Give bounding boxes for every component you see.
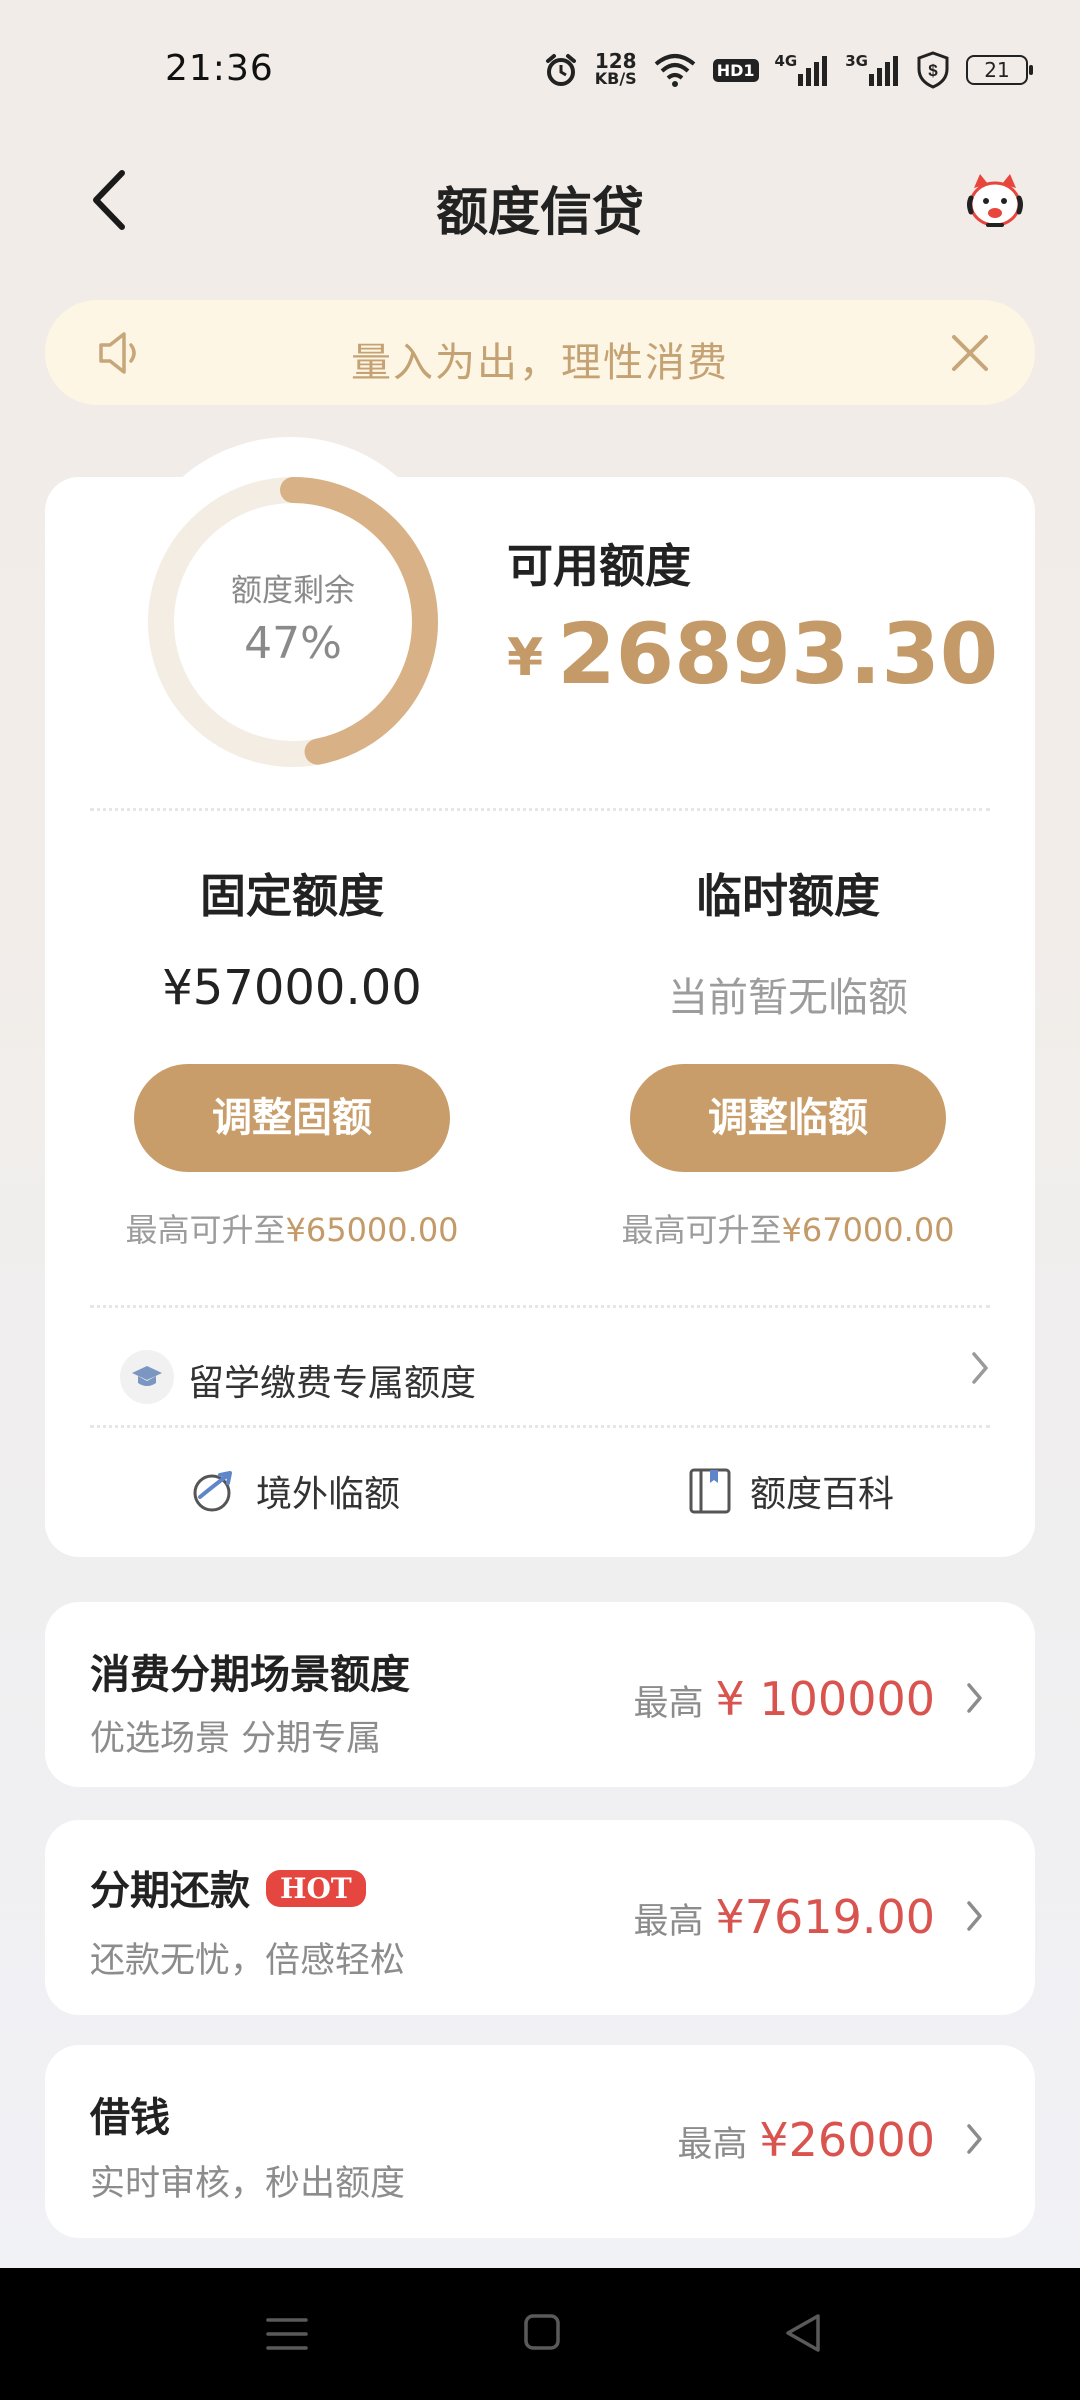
- divider: [90, 1305, 990, 1308]
- chevron-right-icon: [967, 1683, 982, 1713]
- product-subtitle: 实时审核，秒出额度: [90, 2164, 406, 2204]
- product-subtitle: 优选场景 分期专属: [90, 1719, 382, 1759]
- product-amount-group: 最高 ¥7619.00: [633, 1890, 985, 1944]
- temporary-credit-max-amount: ¥67000.00: [781, 1211, 955, 1249]
- notice-banner: 量入为出，理性消费: [45, 300, 1035, 405]
- product-title: 分期还款: [90, 1868, 250, 1914]
- hd-icon: HD1: [712, 58, 759, 82]
- notice-text: 量入为出，理性消费: [351, 340, 729, 386]
- status-icons: 128 KB/S HD1 4G 3G $ 21: [543, 48, 1033, 92]
- credit-wiki-label: 额度百科: [750, 1474, 895, 1515]
- status-time: 21:36: [165, 48, 274, 89]
- signal-3g-icon: 3G: [845, 54, 900, 86]
- available-credit-label: 可用额度: [507, 539, 691, 593]
- battery-level: 21: [984, 58, 1010, 82]
- battery-icon: 21: [966, 55, 1033, 85]
- product-card-borrow[interactable]: 借钱 实时审核，秒出额度 最高 ¥26000: [45, 2045, 1035, 2238]
- network-speed: 128 KB/S: [594, 51, 637, 88]
- temporary-credit-max-note: 最高可升至¥67000.00: [568, 1205, 1008, 1251]
- product-amount-group: 最高 ¥26000: [677, 2113, 985, 2167]
- menu-icon: [266, 2318, 308, 2350]
- product-amount-prefix: 最高: [633, 1684, 704, 1724]
- fixed-credit-max-amount: ¥65000.00: [285, 1211, 459, 1249]
- hot-badge: HOT: [266, 1870, 366, 1907]
- product-amount: ¥ 100000: [715, 1672, 936, 1726]
- system-navigation-bar: [0, 2268, 1080, 2400]
- product-title-group: 分期还款 HOT: [90, 1858, 366, 1916]
- graduation-cap-icon: [120, 1350, 174, 1404]
- product-amount-group: 最高 ¥ 100000: [633, 1672, 985, 1726]
- chevron-right-icon: [967, 1901, 982, 1931]
- available-credit-value: 26893.30: [557, 605, 999, 703]
- svg-text:$: $: [928, 61, 938, 80]
- temporary-credit-max-prefix: 最高可升至: [621, 1211, 782, 1249]
- product-amount-prefix: 最高: [677, 2125, 748, 2165]
- network-speed-unit: KB/S: [594, 69, 637, 88]
- chevron-right-icon: [970, 1350, 990, 1396]
- signal-3g-label: 3G: [845, 52, 868, 70]
- overseas-temp-credit-link[interactable]: 境外临额: [190, 1465, 400, 1517]
- adjust-fixed-credit-button[interactable]: 调整固额: [134, 1064, 450, 1172]
- product-card-installment-scene[interactable]: 消费分期场景额度 优选场景 分期专属 最高 ¥ 100000: [45, 1602, 1035, 1787]
- available-credit-amount: ¥26893.30: [507, 605, 998, 703]
- temporary-credit-value: 当前暂无临额: [668, 975, 908, 1021]
- page-title: 额度信贷: [435, 183, 644, 243]
- status-bar: 21:36 128 KB/S HD1 4G 3G $ 21: [0, 0, 1080, 130]
- available-credit-currency: ¥: [507, 628, 544, 688]
- product-title: 借钱: [90, 2095, 170, 2141]
- signal-4g-label: 4G: [774, 52, 798, 70]
- study-abroad-credit-row[interactable]: 留学缴费专属额度: [45, 1330, 1035, 1425]
- overseas-temp-credit-label: 境外临额: [256, 1474, 401, 1515]
- product-amount: ¥7619.00: [715, 1890, 936, 1944]
- credit-wiki-link[interactable]: 额度百科: [688, 1465, 894, 1517]
- customer-service-mascot-icon[interactable]: [960, 168, 1030, 238]
- alarm-icon: [543, 52, 579, 88]
- close-icon[interactable]: [945, 328, 995, 378]
- temporary-credit-title: 临时额度: [696, 869, 880, 923]
- study-abroad-credit-label: 留学缴费专属额度: [188, 1363, 477, 1404]
- wifi-icon: [653, 52, 697, 88]
- home-nav-button[interactable]: [522, 2310, 562, 2354]
- ring-percent: 47%: [244, 618, 342, 669]
- signal-4g-icon: 4G: [775, 54, 830, 86]
- hd-label: HD1: [716, 60, 755, 80]
- fixed-credit-title: 固定额度: [200, 869, 384, 923]
- product-card-installment-repayment[interactable]: 分期还款 HOT 还款无忧，倍感轻松 最高 ¥7619.00: [45, 1820, 1035, 2015]
- adjust-temporary-credit-button[interactable]: 调整临额: [630, 1064, 946, 1172]
- product-subtitle: 还款无忧，倍感轻松: [90, 1941, 406, 1981]
- book-icon: [689, 1468, 731, 1514]
- home-square-icon: [524, 2314, 560, 2350]
- product-amount: ¥26000: [759, 2113, 935, 2167]
- chevron-right-icon: [967, 2124, 982, 2154]
- divider: [90, 1425, 990, 1428]
- ring-label: 额度剩余: [231, 573, 355, 609]
- fixed-credit-max-prefix: 最高可升至: [125, 1211, 286, 1249]
- fixed-credit-value: ¥57000.00: [162, 960, 422, 1016]
- fixed-credit-max-note: 最高可升至¥65000.00: [72, 1205, 512, 1251]
- shield-dollar-icon: $: [916, 51, 950, 89]
- menu-nav-button[interactable]: [262, 2312, 312, 2356]
- back-triangle-icon: [786, 2314, 820, 2352]
- product-title: 消费分期场景额度: [90, 1652, 410, 1698]
- divider: [90, 808, 990, 811]
- back-nav-button[interactable]: [780, 2310, 826, 2356]
- globe-plane-icon: [193, 1471, 232, 1512]
- product-amount-prefix: 最高: [633, 1902, 704, 1942]
